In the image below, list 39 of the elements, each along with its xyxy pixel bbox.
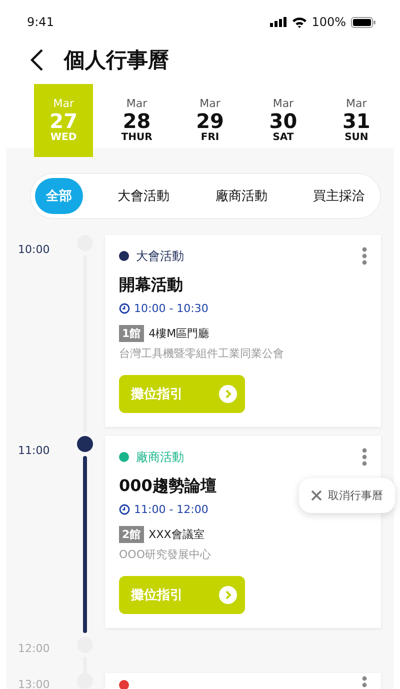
cancel-menu-item[interactable]: 取消行事曆 xyxy=(299,478,395,513)
more-icon[interactable] xyxy=(362,448,367,466)
filter-chip[interactable]: 大會活動 xyxy=(106,178,181,214)
wifi-icon xyxy=(292,16,307,28)
event-title: 000趨勢論壇 xyxy=(119,476,216,497)
time-label: 11:00 xyxy=(18,444,50,457)
location-text: 4樓M區門廳 xyxy=(148,326,210,341)
time-label: 13:00 xyxy=(18,678,50,689)
event-title: 開幕活動 xyxy=(119,275,183,296)
category-label: 大會活動 xyxy=(136,248,184,264)
clock-icon xyxy=(119,303,130,314)
date-tab[interactable]: Mar 30 SAT xyxy=(254,84,313,157)
event-time: 11:00 - 12:00 xyxy=(134,503,208,516)
organizer-text: OOO研究發展中心 xyxy=(119,547,212,562)
close-icon xyxy=(311,490,322,501)
more-icon[interactable] xyxy=(362,676,367,689)
status-time: 9:41 xyxy=(27,15,54,29)
category-label: 廠商活動 xyxy=(136,448,184,466)
filter-chip[interactable]: 買主採洽 xyxy=(302,178,376,214)
hall-badge: 1館 xyxy=(119,325,144,342)
more-icon[interactable] xyxy=(362,247,367,265)
battery-percent: 100% xyxy=(312,15,346,29)
date-tab[interactable]: Mar 29 FRI xyxy=(180,84,240,157)
signal-icon xyxy=(270,17,287,27)
hall-badge: 2館 xyxy=(119,526,144,543)
page-title: 個人行事曆 xyxy=(64,47,169,74)
location-text: XXX會議室 xyxy=(148,527,204,542)
date-tab[interactable]: Mar 31 SUN xyxy=(326,84,386,157)
battery-icon xyxy=(351,16,376,28)
organizer-text: 台灣工具機暨零組件工業同業公會 xyxy=(119,346,285,361)
time-label: 12:00 xyxy=(18,642,50,655)
time-label: 10:00 xyxy=(18,243,50,256)
back-icon[interactable] xyxy=(30,49,44,71)
chevron-right-icon xyxy=(219,385,237,403)
date-tab[interactable]: Mar 28 THUR xyxy=(107,84,166,157)
filter-chip[interactable]: 廠商活動 xyxy=(204,178,278,214)
clock-icon xyxy=(119,504,130,515)
chevron-right-icon xyxy=(219,586,237,604)
event-time: 10:00 - 10:30 xyxy=(134,302,208,315)
